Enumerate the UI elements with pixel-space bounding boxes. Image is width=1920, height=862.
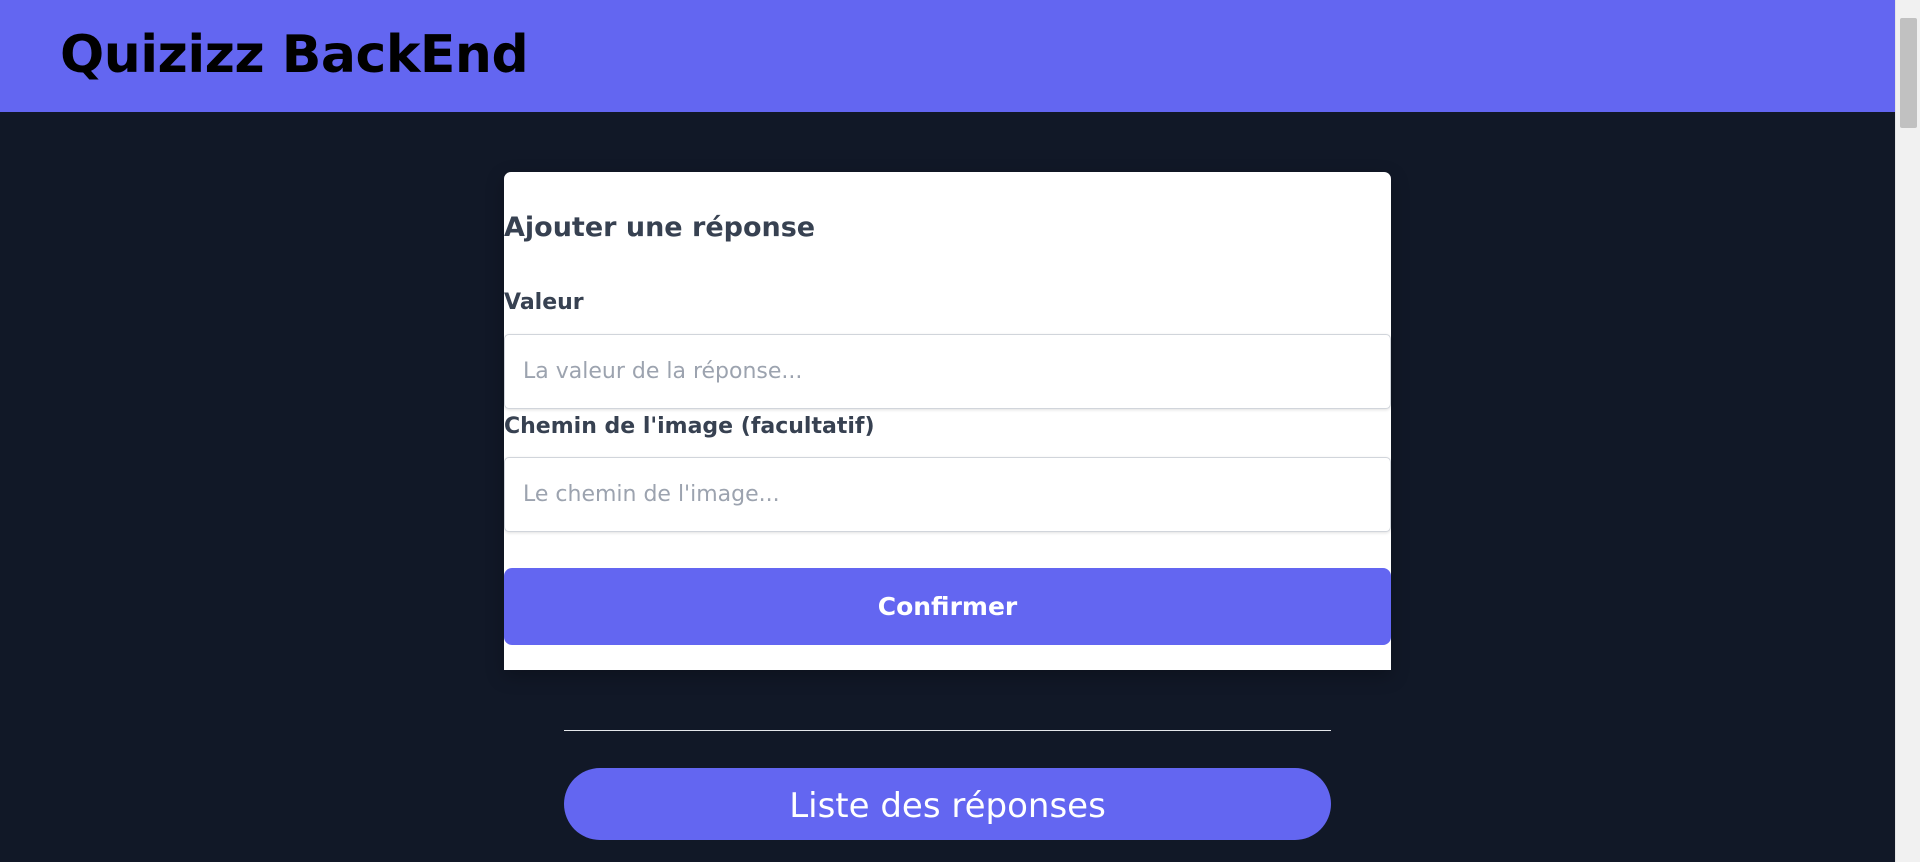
valeur-label: Valeur [504, 290, 584, 315]
app-header: Quizizz BackEnd [0, 0, 1895, 112]
form-title: Ajouter une réponse [504, 212, 816, 243]
app-title: Quizizz BackEnd [60, 25, 529, 85]
scrollbar-thumb[interactable] [1900, 18, 1917, 128]
confirm-button[interactable]: Confirmer [504, 568, 1391, 645]
valeur-input[interactable] [504, 334, 1391, 409]
page-scrollbar[interactable] [1895, 0, 1920, 862]
page: Quizizz BackEnd Ajouter une réponse Vale… [0, 0, 1920, 862]
add-answer-form: Ajouter une réponse Valeur Chemin de l'i… [504, 172, 1391, 670]
answers-list-button-label: Liste des réponses [789, 786, 1106, 826]
section-divider [564, 730, 1331, 731]
chemin-label: Chemin de l'image (facultatif) [504, 414, 875, 439]
answers-list-button[interactable]: Liste des réponses [564, 768, 1331, 840]
image-path-input[interactable] [504, 457, 1391, 532]
